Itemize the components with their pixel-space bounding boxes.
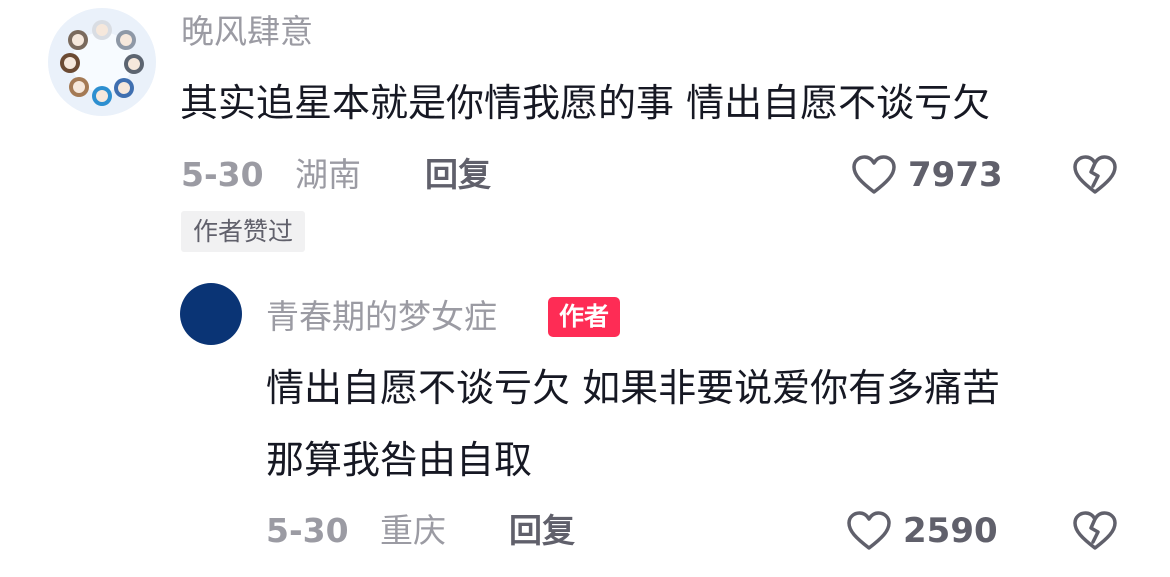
reply-text-line-1: 情出自愿不谈亏欠 如果非要说爱你有多痛苦 (266, 366, 1001, 410)
heart-outline-icon (852, 155, 896, 194)
comment-username[interactable]: 晚风肆意 (181, 12, 313, 52)
reply-location: 重庆 (380, 511, 446, 550)
avatar[interactable] (48, 8, 156, 116)
reply-like-button[interactable] (846, 511, 892, 551)
like-button[interactable] (851, 155, 897, 195)
dislike-button[interactable] (1072, 155, 1118, 195)
reply-reply-button[interactable]: 回复 (509, 511, 575, 551)
comment-text: 其实追星本就是你情我愿的事 情出自愿不谈亏欠 (180, 81, 991, 125)
broken-heart-icon (1073, 155, 1117, 194)
reply-like-count: 2590 (903, 511, 998, 551)
reply-avatar[interactable] (180, 283, 242, 345)
comment-location: 湖南 (295, 155, 361, 194)
reply-username[interactable]: 青春期的梦女症 (266, 297, 497, 337)
author-tag: 作者 (548, 297, 621, 337)
reply-date: 5-30 (266, 511, 349, 550)
avatar-illustration-icon (48, 8, 156, 116)
heart-outline-icon (847, 511, 891, 550)
reply-text-line-2: 那算我咎由自取 (266, 438, 533, 482)
comment-date: 5-30 (181, 155, 264, 194)
comment-like-count: 7973 (908, 155, 1003, 195)
reply-dislike-button[interactable] (1072, 511, 1118, 551)
author-liked-badge: 作者赞过 (181, 211, 306, 252)
broken-heart-icon (1073, 511, 1117, 550)
comment-reply-button[interactable]: 回复 (425, 155, 491, 195)
